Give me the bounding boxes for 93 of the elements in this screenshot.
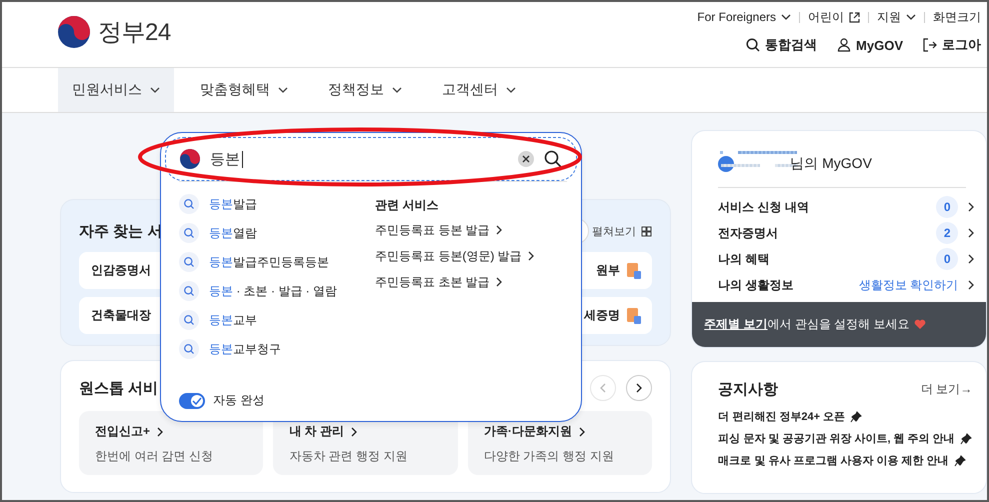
search-icon [179,252,199,272]
row-label: 전자증명서 [718,224,778,242]
related-title: 관련 서비스 [375,197,440,211]
search-icon [179,310,199,330]
related-link[interactable]: 주민등록표 등본 발급 [375,223,534,237]
count-badge: 0 [936,196,958,218]
header-action-link[interactable]: 통합검색 [746,36,818,54]
next-button[interactable] [626,375,652,401]
service-card[interactable]: 전입신고+ 한번에 여러 감면 신청 [79,411,264,475]
user-icon [837,38,852,52]
logo-text[interactable]: 정부24 [98,16,171,48]
taegeuk-logo-icon [58,16,90,48]
utility-link[interactable]: For Foreigners [697,10,791,24]
banner-text: 주제별 보기에서 관심을 설정해 보세요 [704,316,910,333]
nav-menu-item[interactable]: 정책정보 [314,68,416,112]
card-description: 한번에 여러 감면 신청 [95,448,214,465]
panel-title: 님의 MyGOV [790,155,872,173]
chevron-down-icon [906,14,916,20]
chevron-right-icon [496,225,502,235]
topic-link[interactable]: 주제별 보기 [704,317,768,331]
document-icon [626,306,642,324]
chevron-down-icon [506,87,516,93]
notice-link[interactable]: 더 편리해진 정부24+ 오픈 [718,409,846,424]
related-link[interactable]: 주민등록표 등본(영문) 발급 [375,249,534,263]
section-title: 공지사항 [718,380,778,398]
chevron-right-icon [528,251,534,261]
search-icon [746,38,760,52]
grid-icon [641,226,652,236]
chevron-right-icon [496,277,502,287]
pin-icon [850,410,862,422]
related-link[interactable]: 주민등록표 초본 발급 [375,275,534,289]
suggestion-link[interactable]: 등본 · 초본 · 발급 · 열람 [209,282,337,300]
chevron-down-icon [781,14,791,20]
nav-menu-item[interactable]: 민원서비스 [58,68,174,112]
chevron-right-icon [968,202,974,212]
chevron-down-icon [150,87,160,93]
chevron-right-icon [578,426,585,436]
suggestion-link[interactable]: 등본발급주민등록등본 [209,254,329,270]
chevron-right-icon [351,426,358,436]
more-link[interactable]: 더 보기→ [920,380,972,398]
pin-icon [954,454,966,466]
nav-menu-item[interactable]: 맞춤형혜택 [186,68,302,112]
card-description: 다양한 가족의 행정 지원 [484,448,615,465]
expand-link[interactable]: 펼쳐보기 [592,224,652,238]
logout-icon [923,38,937,52]
row-label: 나의 생활정보 [718,276,794,294]
document-icon [626,262,642,280]
count-badge: 2 [936,222,958,244]
card-title-text: 내 차 관리 [289,423,344,440]
taegeuk-logo-icon [180,149,200,169]
utility-link[interactable]: 지원 [877,8,916,26]
card-title-text: 전입신고+ [95,423,150,440]
external-link-icon [849,12,860,22]
row-label: 서비스 신청 내역 [718,198,809,216]
card-title-text: 가족·다문화지원 [484,423,572,440]
chevron-right-icon [968,254,974,264]
search-icon [179,194,199,214]
close-icon [522,155,530,163]
clear-button[interactable] [518,151,534,167]
chevron-down-icon [278,87,288,93]
nav-menu-item[interactable]: 고객센터 [428,68,530,112]
service-card[interactable]: 가족·다문화지원 다양한 가족의 행정 지원 [468,411,652,475]
heart-icon [914,319,926,330]
notice-link[interactable]: 피싱 문자 및 공공기관 위장 사이트, 웹 주의 안내 [718,431,955,446]
check-icon [192,396,202,404]
card-description: 자동차 관련 행정 지원 [289,448,408,465]
header-action-link[interactable]: 로그아 [923,36,981,54]
chevron-down-icon [392,87,402,93]
chevron-right-icon [968,280,974,290]
search-icon [179,223,199,243]
chevron-left-icon [600,383,606,393]
search-icon [544,150,562,168]
chevron-right-icon [157,426,164,436]
search-icon [179,281,199,301]
suggestion-link[interactable]: 등본발급 [209,196,257,212]
utility-link[interactable]: 화면크기 [933,8,981,26]
row-label: 나의 혜택 [718,250,770,268]
section-title: 원스톱 서비 [79,378,158,398]
utility-link[interactable]: 어린이 [808,8,860,26]
header-action-link[interactable]: MyGOV [837,38,903,52]
count-badge: 0 [936,248,958,270]
notice-link[interactable]: 매크로 및 유사 프로그램 사용자 이용 제한 안내 [718,453,949,468]
toggle-label: 자동 완성 [213,392,264,409]
search-icon [179,339,199,359]
chevron-right-icon [968,228,974,238]
suggestion-link[interactable]: 등본교부 [209,312,257,328]
suggestion-link[interactable]: 등본교부청구 [209,340,281,358]
info-link[interactable]: 생활정보 확인하기 [858,276,958,294]
autocomplete-toggle[interactable] [179,392,205,408]
chevron-right-icon [636,383,642,393]
pin-icon [960,432,972,444]
suggestion-link[interactable]: 등본열람 [209,224,257,242]
search-input[interactable]: 등본 [210,150,246,168]
